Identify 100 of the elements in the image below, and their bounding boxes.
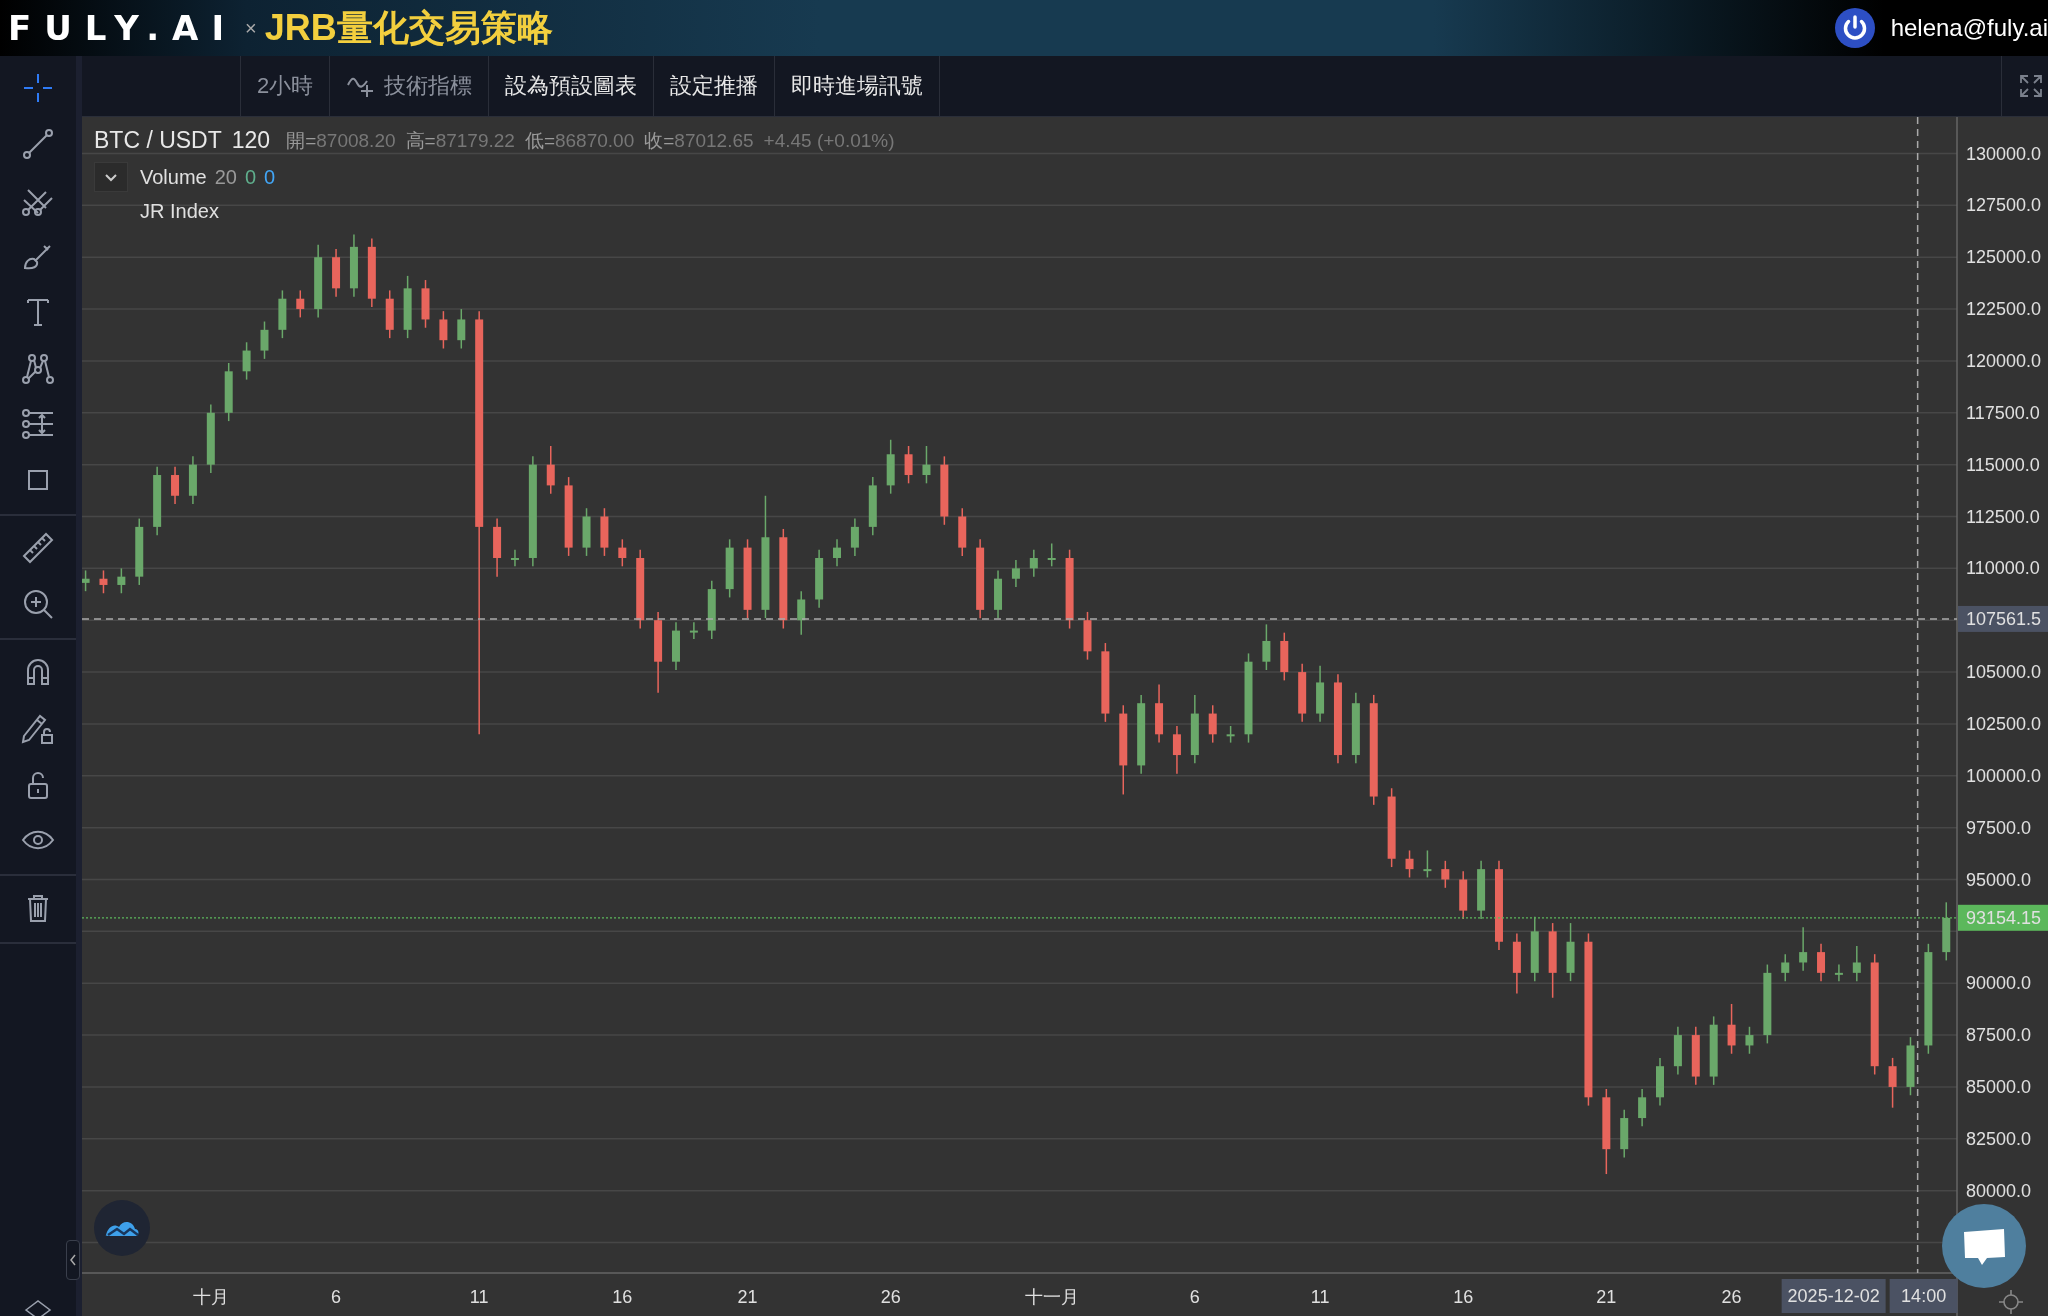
candlestick xyxy=(439,310,448,350)
candlestick xyxy=(886,439,895,495)
candlestick xyxy=(1172,725,1181,775)
price-label: 87500.0 xyxy=(1966,1025,2032,1046)
candlestick xyxy=(922,445,931,485)
candlestick xyxy=(1906,1036,1915,1096)
sidebar-collapse-button[interactable] xyxy=(66,1240,80,1280)
price-label: 115000.0 xyxy=(1966,454,2040,475)
candlestick xyxy=(1817,943,1826,982)
candlestick xyxy=(188,455,197,505)
separator: × xyxy=(245,16,257,40)
price-label: 95000.0 xyxy=(1966,869,2032,890)
date-label: 21 xyxy=(737,1287,758,1307)
ohlc-value: 高=87179.22 xyxy=(405,128,515,153)
candlestick xyxy=(135,517,144,586)
interval-value: 120 xyxy=(231,127,271,154)
study-value: 0 xyxy=(244,165,257,189)
candlestick xyxy=(672,621,680,671)
price-label: 90000.0 xyxy=(1966,973,2032,994)
candlestick xyxy=(797,590,806,636)
candlestick xyxy=(403,275,412,339)
date-label: 十月 xyxy=(192,1287,229,1307)
last-price-tag: 93154.15 xyxy=(1958,904,2048,931)
price-label: 100000.0 xyxy=(1966,765,2042,786)
candlestick xyxy=(1852,945,1861,982)
candlestick xyxy=(1530,916,1539,982)
candlestick xyxy=(421,279,430,329)
indicators-button[interactable]: 技術指標 xyxy=(330,56,490,116)
candlestick xyxy=(904,445,913,485)
candlestick xyxy=(242,341,251,381)
candlestick xyxy=(260,320,269,360)
candlestick xyxy=(296,289,305,319)
candlestick xyxy=(1262,623,1271,671)
candlestick xyxy=(1620,1109,1629,1159)
chevron-left-icon xyxy=(68,1253,78,1267)
candlestick xyxy=(117,567,126,594)
candlestick xyxy=(618,538,627,568)
candlestick xyxy=(1423,849,1432,879)
candlestick xyxy=(278,289,287,339)
user-email[interactable]: helena@fuly.ai xyxy=(1890,14,2048,42)
candlestick xyxy=(1942,901,1951,962)
interval-button[interactable]: 2小時 xyxy=(241,56,331,116)
toolbar-button[interactable]: 設為預設圖表 xyxy=(489,56,655,116)
candlestick xyxy=(1280,631,1289,682)
price-label: 120000.0 xyxy=(1966,350,2042,371)
candlestick xyxy=(1888,1057,1897,1109)
ref-line-label: 93154.15 xyxy=(1966,907,2042,928)
price-label: 102500.0 xyxy=(1966,713,2042,734)
date-label: 6 xyxy=(1189,1287,1200,1307)
candlestick xyxy=(1226,725,1235,744)
study-name: Volume xyxy=(140,165,207,189)
price-label: 127500.0 xyxy=(1966,195,2042,216)
price-label: 112500.0 xyxy=(1966,506,2040,527)
candlestick xyxy=(1512,932,1521,995)
price-label: 122500.0 xyxy=(1966,299,2042,320)
candlestick xyxy=(1781,953,1790,982)
candlestick xyxy=(725,538,734,599)
candlestick xyxy=(1745,1026,1754,1055)
candlestick xyxy=(1459,870,1468,920)
candlestick xyxy=(385,289,394,339)
candlestick xyxy=(153,465,162,536)
price-tag: 107561.5 xyxy=(1958,605,2048,632)
candlestick xyxy=(1155,683,1164,744)
price-label: 117500.0 xyxy=(1966,402,2040,423)
date-tag: 2025-12-02 xyxy=(1781,1279,1886,1313)
price-label: 85000.0 xyxy=(1966,1076,2032,1097)
candlestick xyxy=(689,621,698,640)
candlestick xyxy=(815,548,824,609)
time-tag: 14:00 xyxy=(1889,1279,1958,1313)
candlestick xyxy=(1011,559,1020,588)
ohlc-value: 收=87012.65 xyxy=(644,128,754,153)
candlestick xyxy=(1691,1026,1700,1086)
date-label: 11 xyxy=(469,1287,489,1307)
candlestick xyxy=(1083,611,1092,661)
price-label: 82500.0 xyxy=(1966,1128,2032,1149)
toolbar-button[interactable]: 即時進場訊號 xyxy=(775,56,941,116)
candlestick xyxy=(1047,542,1056,568)
candlestick xyxy=(510,548,519,568)
date-label: 16 xyxy=(1453,1287,1474,1307)
candlestick xyxy=(1405,849,1414,879)
price-label: 130000.0 xyxy=(1966,143,2042,164)
power-icon[interactable] xyxy=(1834,8,1875,48)
candlestick xyxy=(206,403,215,474)
candlestick xyxy=(833,538,841,568)
date-label: 26 xyxy=(880,1287,901,1307)
candlestick xyxy=(1799,926,1808,972)
candlestick xyxy=(958,507,967,557)
study-params: 20 xyxy=(214,165,237,189)
price-label: 105000.0 xyxy=(1966,662,2042,683)
candlestick xyxy=(868,476,877,536)
toolbar-button[interactable]: 設定推播 xyxy=(654,56,776,116)
candlestick xyxy=(1477,860,1486,920)
date-label: 6 xyxy=(331,1287,342,1307)
collapse-button[interactable] xyxy=(94,162,128,192)
candlestick xyxy=(457,308,466,350)
candlestick xyxy=(367,237,376,308)
candlestick xyxy=(1638,1088,1647,1128)
candlestick xyxy=(1441,860,1450,889)
date-label: 21 xyxy=(1596,1287,1617,1307)
candlestick xyxy=(1727,1003,1736,1055)
